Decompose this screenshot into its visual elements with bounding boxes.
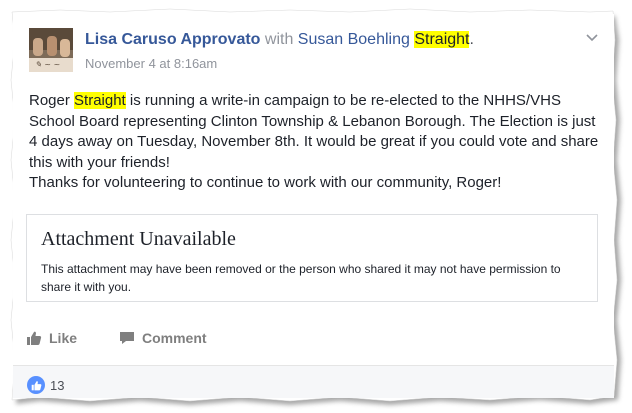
post-timestamp[interactable]: November 4 at 8:16am — [85, 56, 217, 71]
like-label: Like — [49, 330, 78, 346]
post-paragraph-2: Thanks for volunteering to continue to w… — [29, 174, 502, 191]
tagged-first-name: Susan Boehling — [297, 31, 410, 48]
post-body: Roger Straight is running a write-in cam… — [29, 91, 604, 194]
chevron-down-icon[interactable] — [583, 28, 601, 46]
comment-bubble-icon — [120, 332, 134, 344]
attachment-title: Attachment Unavailable — [41, 228, 236, 250]
like-button[interactable]: Like — [26, 330, 77, 346]
post-header: Lisa Caruso Approvato with Susan Boehlin… — [85, 31, 474, 49]
reactions-footer: 13 — [13, 366, 614, 398]
comment-button[interactable]: Comment — [119, 330, 207, 346]
like-reaction-icon — [27, 376, 45, 394]
reaction-summary[interactable]: 13 — [27, 376, 64, 394]
header-period: . — [469, 31, 474, 48]
body-prefix: Roger — [29, 92, 70, 109]
post-card: ✎ ~ ~ Lisa Caruso Approvato with Susan B… — [13, 14, 614, 398]
avatar[interactable]: ✎ ~ ~ — [29, 28, 73, 72]
tagged-last-name-highlight: Straight — [414, 31, 470, 48]
thumbs-up-icon — [27, 331, 42, 345]
author-link[interactable]: Lisa Caruso Approvato — [85, 31, 260, 48]
attachment-box: Attachment Unavailable This attachment m… — [26, 214, 598, 302]
post-paragraph-1: Roger Straight is running a write-in cam… — [29, 91, 604, 173]
body-highlight: Straight — [74, 92, 126, 109]
reaction-count: 13 — [50, 377, 65, 393]
comment-label: Comment — [142, 330, 207, 346]
with-text: with — [264, 31, 294, 48]
tagged-person-link[interactable]: Susan Boehling Straight — [298, 31, 470, 48]
attachment-description: This attachment may have been removed or… — [41, 262, 561, 294]
